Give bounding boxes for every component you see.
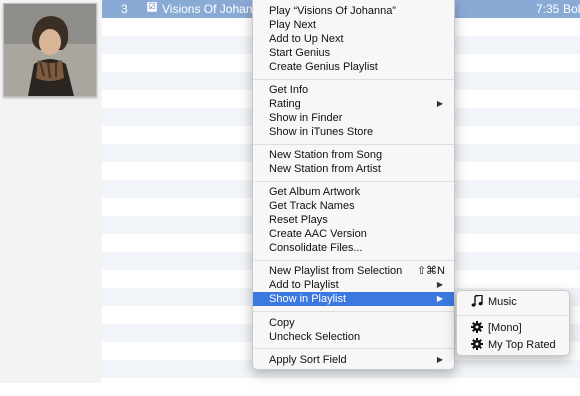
music-note-icon (471, 294, 483, 307)
menu-item-create-genius-playlist[interactable]: Create Genius Playlist (253, 60, 454, 74)
menu-item-new-station-from-song[interactable]: New Station from Song (253, 148, 454, 162)
menu-item-play-track[interactable]: Play “Visions Of Johanna” (253, 4, 454, 18)
menu-item-label: New Station from Song (269, 149, 383, 161)
submenu-item-mono[interactable]: [Mono] (457, 320, 569, 336)
menu-item-start-genius[interactable]: Start Genius (253, 46, 454, 60)
menu-item-label: Apply Sort Field (269, 354, 347, 366)
menu-item-label: Get Info (269, 84, 309, 96)
menu-item-label: Consolidate Files... (269, 242, 363, 254)
track-row-empty (102, 378, 580, 396)
menu-item-reset-plays[interactable]: Reset Plays (253, 213, 454, 227)
track-context-menu: Play “Visions Of Johanna” Play Next Add … (252, 0, 455, 370)
menu-separator (253, 260, 454, 261)
menu-item-show-in-finder[interactable]: Show in Finder (253, 111, 454, 125)
menu-separator (253, 144, 454, 145)
menu-item-label: Reset Plays (269, 214, 328, 226)
menu-item-label: Show in iTunes Store (269, 126, 374, 138)
menu-item-get-info[interactable]: Get Info (253, 83, 454, 97)
menu-item-label: Uncheck Selection (269, 331, 361, 343)
menu-item-consolidate-files[interactable]: Consolidate Files... (253, 241, 454, 255)
menu-item-label: Start Genius (269, 47, 331, 59)
submenu-arrow-icon: ▶ (436, 294, 443, 303)
menu-item-label: Create AAC Version (269, 228, 367, 240)
submenu-item-label: [Mono] (488, 322, 522, 334)
menu-separator (457, 315, 569, 316)
menu-item-label: Show in Playlist (269, 293, 347, 305)
show-in-playlist-submenu: Music [Mono] My Top Rated (456, 290, 570, 356)
keyboard-shortcut: ⇧⌘N (416, 265, 445, 277)
menu-item-label: Add to Playlist (269, 279, 339, 291)
menu-item-create-aac-version[interactable]: Create AAC Version (253, 227, 454, 241)
menu-item-play-next[interactable]: Play Next (253, 18, 454, 32)
track-artist: Bob Dyl (563, 2, 580, 16)
submenu-item-label: Music (488, 296, 517, 308)
track-checkbox[interactable]: ☑ (147, 2, 157, 12)
menu-item-add-to-up-next[interactable]: Add to Up Next (253, 32, 454, 46)
menu-item-new-playlist-from-selection[interactable]: New Playlist from Selection ⇧⌘N (253, 264, 454, 278)
menu-item-label: Add to Up Next (269, 33, 344, 45)
menu-separator (253, 181, 454, 182)
submenu-arrow-icon: ▶ (436, 355, 443, 364)
menu-item-label: Get Track Names (269, 200, 355, 212)
menu-separator (253, 311, 454, 312)
track-name: Visions Of Johanna (162, 2, 266, 16)
submenu-arrow-icon: ▶ (436, 99, 443, 108)
track-time: 7:35 (536, 2, 560, 16)
menu-separator (253, 79, 454, 80)
menu-item-show-in-playlist[interactable]: Show in Playlist ▶ (253, 292, 454, 306)
menu-item-new-station-from-artist[interactable]: New Station from Artist (253, 162, 454, 176)
menu-item-apply-sort-field[interactable]: Apply Sort Field ▶ (253, 353, 454, 367)
submenu-item-music[interactable]: Music (457, 294, 569, 310)
menu-item-rating[interactable]: Rating ▶ (253, 97, 454, 111)
menu-item-label: New Station from Artist (269, 163, 381, 175)
menu-item-label: New Playlist from Selection (269, 265, 403, 277)
menu-item-get-album-artwork[interactable]: Get Album Artwork (253, 185, 454, 199)
menu-item-label: Copy (269, 317, 295, 329)
menu-item-copy[interactable]: Copy (253, 316, 454, 330)
menu-separator (253, 348, 454, 349)
menu-item-add-to-playlist[interactable]: Add to Playlist ▶ (253, 278, 454, 292)
album-artwork[interactable] (3, 3, 97, 97)
menu-item-label: Play “Visions Of Johanna” (269, 5, 396, 17)
submenu-arrow-icon: ▶ (436, 280, 443, 289)
menu-item-label: Get Album Artwork (269, 186, 361, 198)
menu-item-get-track-names[interactable]: Get Track Names (253, 199, 454, 213)
submenu-item-my-top-rated[interactable]: My Top Rated (457, 337, 569, 353)
menu-item-label: Play Next (269, 19, 317, 31)
menu-item-label: Show in Finder (269, 112, 343, 124)
gear-icon (471, 338, 483, 350)
menu-item-label: Create Genius Playlist (269, 61, 378, 73)
menu-item-label: Rating (269, 98, 301, 110)
album-artwork-pane (0, 0, 102, 383)
menu-item-uncheck-selection[interactable]: Uncheck Selection (253, 330, 454, 344)
menu-item-show-in-itunes-store[interactable]: Show in iTunes Store (253, 125, 454, 139)
submenu-item-label: My Top Rated (488, 339, 556, 351)
gear-icon (471, 321, 483, 333)
track-number: 3 (121, 2, 128, 16)
